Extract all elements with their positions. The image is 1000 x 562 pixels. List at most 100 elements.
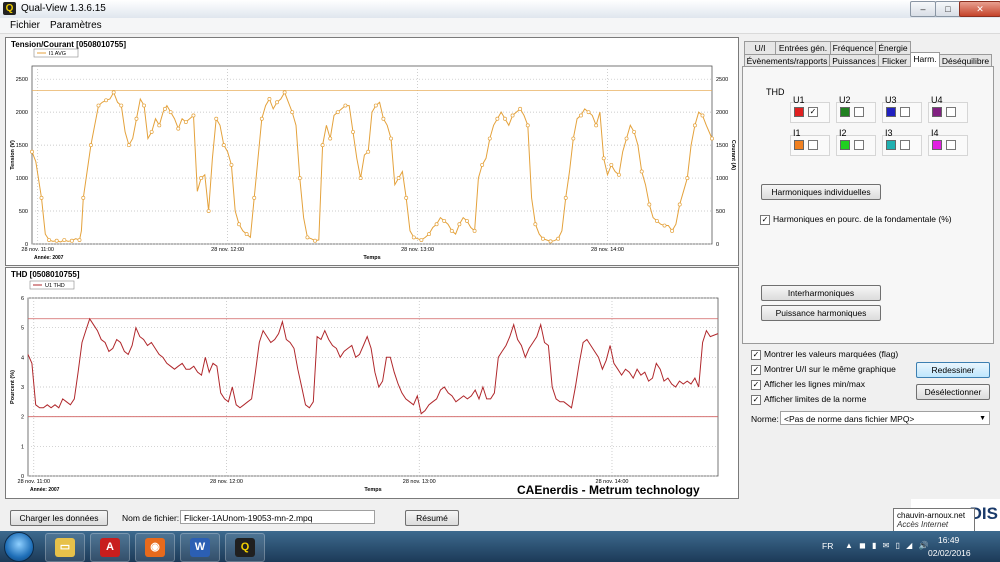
language-indicator[interactable]: FR [822,541,833,551]
maximize-button[interactable]: □ [935,1,961,17]
clock-time[interactable]: 16:49 [938,535,959,545]
data-point [540,236,545,241]
firefox-icon[interactable]: ◉ [135,533,175,562]
y-tick-label: 1000 [16,176,28,182]
harm-tab-page: THD Harmoniques individuelles ✓ Harmoniq… [742,66,994,344]
redessiner-button[interactable]: Redessiner [916,362,990,378]
tab-ui[interactable]: U/I [744,41,776,54]
minimize-button[interactable]: – [910,1,936,17]
x-tick-label: 28 nov. 14:00 [591,247,624,253]
thd-name-u1: U1 [793,95,805,105]
data-point [163,106,167,111]
thd-checkbox-u1[interactable]: ✓ [808,107,818,117]
data-point [297,176,302,181]
acrobat-icon[interactable]: A [90,533,130,562]
thd-checkbox-u3[interactable] [900,107,910,117]
y-tick-label: 5 [21,326,24,332]
interharmoniques-button[interactable]: Interharmoniques [761,285,881,301]
clock-date[interactable]: 02/02/2016 [928,548,971,558]
tab-entrees-gen[interactable]: Entrées gén. [775,41,831,54]
explorer-icon[interactable]: ▭ [45,533,85,562]
puissance-harmoniques-button[interactable]: Puissance harmoniques [761,305,881,321]
menu-parametres[interactable]: Paramètres [50,20,102,31]
data-point [594,123,599,128]
data-point [320,143,325,148]
tab-frequence[interactable]: Fréquence [830,41,876,54]
thd-checkbox-i4[interactable] [946,140,956,150]
thd-color-swatch-i3[interactable] [886,140,896,150]
data-point [366,149,371,154]
thd-color-swatch-u3[interactable] [886,107,896,117]
thd-color-swatch-u4[interactable] [932,107,942,117]
data-point [616,172,621,177]
option-minmax-checkbox[interactable]: ✓ [751,380,761,390]
tension-courant-chart[interactable]: 0 0500 5001000 10001500 15002000 20002500 2500… [6,38,738,265]
data-point [654,218,659,223]
option-same-graph-checkbox[interactable]: ✓ [751,365,761,375]
data-point [548,239,553,244]
thd-checkbox-i3[interactable] [900,140,910,150]
data-point [39,195,44,200]
norme-select[interactable]: <Pas de norme dans fichier MPQ> ▼ [780,411,990,425]
menu-fichier[interactable]: Fichier [10,20,40,31]
data-point [632,129,637,134]
thd-color-swatch-i1[interactable] [794,140,804,150]
data-point [503,116,507,121]
system-tray-icons[interactable]: ▲ ◼ ▮ ✉ ▯ ◢ 🔊 [845,541,931,550]
data-point [518,106,523,111]
data-point [111,90,116,95]
data-point [199,176,204,181]
data-point [183,120,188,124]
y2-tick-label: 2000 [716,110,728,116]
harmoniques-individuelles-button[interactable]: Harmoniques individuelles [761,184,881,200]
tension-courant-chart-panel: Tension/Courant [0508010755] 0 0 500 500 100… [5,37,739,266]
thd-color-swatch-u2[interactable] [840,107,850,117]
data-point [700,113,705,118]
y2-tick-label: 500 [716,209,725,215]
data-point [149,129,154,134]
data-point [104,98,109,103]
y-tick-label: 2000 [16,110,28,116]
data-point [191,113,196,118]
charger-donnees-button[interactable]: Charger les données [10,510,108,526]
resume-button[interactable]: Résumé [405,510,459,526]
data-point [62,238,67,242]
thd-checkbox-u4[interactable] [946,107,956,117]
thd-checkbox-u2[interactable] [854,107,864,117]
word-icon-glyph: W [190,538,210,557]
harm-percent-checkbox[interactable]: ✓ [760,215,770,225]
data-point [77,238,82,242]
data-point [495,116,500,121]
thd-checkbox-i2[interactable] [854,140,864,150]
data-point [381,116,386,121]
legend: U1 THD [29,280,75,290]
thd-name-u3: U3 [885,95,897,105]
data-point [252,195,257,200]
windows-start-icon[interactable] [4,532,34,562]
y-tick-label: 1 [21,444,24,450]
tab-energie[interactable]: Énergie [875,41,911,54]
filename-input[interactable]: Flicker-1AUnom-19053-mn-2.mpq [180,510,375,524]
thd-chart[interactable]: 012345628 nov. 11:00 28 nov. 12:00 28 nov.… [6,268,738,498]
thd-color-swatch-u1[interactable] [794,107,804,117]
thd-chart-panel: THD [0508010755] 0 1 2 3 4 5 6 28 nov. 11:00 28 … [5,267,739,499]
data-point [373,103,378,108]
deselectionner-button[interactable]: Désélectionner [916,384,990,400]
qualview-icon[interactable]: Q [225,533,265,562]
data-point [290,110,295,115]
option-flag-checkbox[interactable]: ✓ [751,350,761,360]
qualview-icon-glyph: Q [235,538,255,557]
data-point [343,103,348,108]
thd-checkbox-i1[interactable] [808,140,818,150]
tab-harm[interactable]: Harm. [910,52,940,67]
thd-name-u2: U2 [839,95,851,105]
option-limits-checkbox[interactable]: ✓ [751,395,761,405]
word-icon[interactable]: W [180,533,220,562]
filename-label: Nom de fichier: [122,513,180,523]
close-button[interactable]: ✕ [959,1,1000,17]
thd-color-swatch-i4[interactable] [932,140,942,150]
thd-name-i3: I3 [885,128,893,138]
thd-color-swatch-i2[interactable] [840,140,850,150]
data-point [434,222,439,227]
data-point [81,195,86,200]
